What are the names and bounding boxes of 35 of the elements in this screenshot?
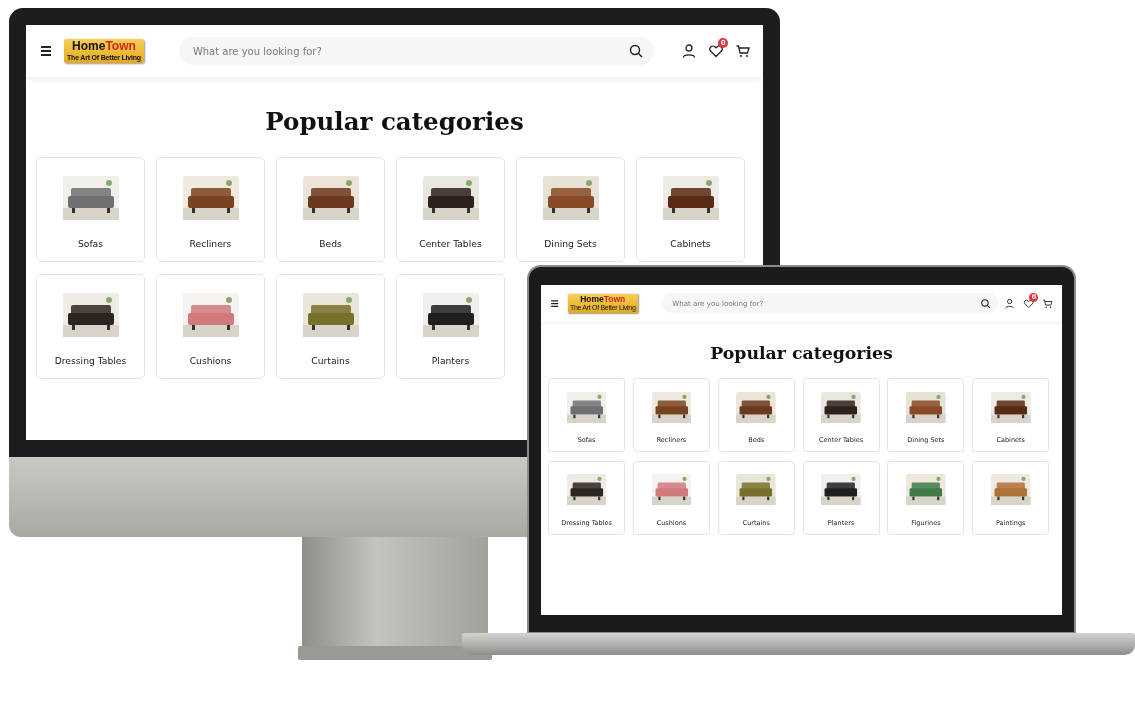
category-card[interactable]: Cabinets <box>636 156 745 262</box>
category-card[interactable]: Curtains <box>276 273 385 379</box>
category-card[interactable]: Beds <box>276 156 385 262</box>
category-label: Dining Sets <box>544 238 597 249</box>
category-card[interactable]: Center Tables <box>396 156 505 262</box>
user-icon[interactable] <box>1004 297 1016 309</box>
section-heading: Popular categories <box>264 110 525 135</box>
heart-icon[interactable] <box>708 43 724 59</box>
category-label: Curtains <box>311 355 350 366</box>
category-label: Cushions <box>189 355 232 366</box>
category-label: Sofas <box>77 238 104 249</box>
brand-name: HomeTown <box>580 294 626 304</box>
brand-name: HomeTown <box>72 40 136 54</box>
category-card[interactable]: Sofas <box>36 156 145 262</box>
category-label: Planters <box>431 355 470 366</box>
category-label: Cabinets <box>670 238 711 249</box>
category-card[interactable]: Dressing Tables <box>36 273 145 379</box>
user-icon[interactable] <box>681 43 697 59</box>
category-label: Dressing Tables <box>54 355 127 366</box>
category-card[interactable]: Recliners <box>156 156 265 262</box>
section-heading: Popular categories <box>709 345 894 363</box>
category-card[interactable]: Dining Sets <box>516 156 625 262</box>
search-icon[interactable] <box>627 43 644 59</box>
category-label: Beds <box>319 238 342 249</box>
menu-icon[interactable] <box>38 43 54 59</box>
menu-icon[interactable] <box>549 297 561 309</box>
category-label: Recliners <box>189 238 232 249</box>
search-icon[interactable] <box>979 297 992 309</box>
cart-icon[interactable] <box>735 43 751 59</box>
cart-icon[interactable] <box>1042 297 1054 309</box>
category-card[interactable]: Cushions <box>156 273 265 379</box>
category-label: Center Tables <box>419 238 482 249</box>
search-field[interactable]: What are you looking for? <box>178 37 654 65</box>
category-card[interactable]: Planters <box>396 273 505 379</box>
heart-icon[interactable] <box>1023 297 1035 309</box>
